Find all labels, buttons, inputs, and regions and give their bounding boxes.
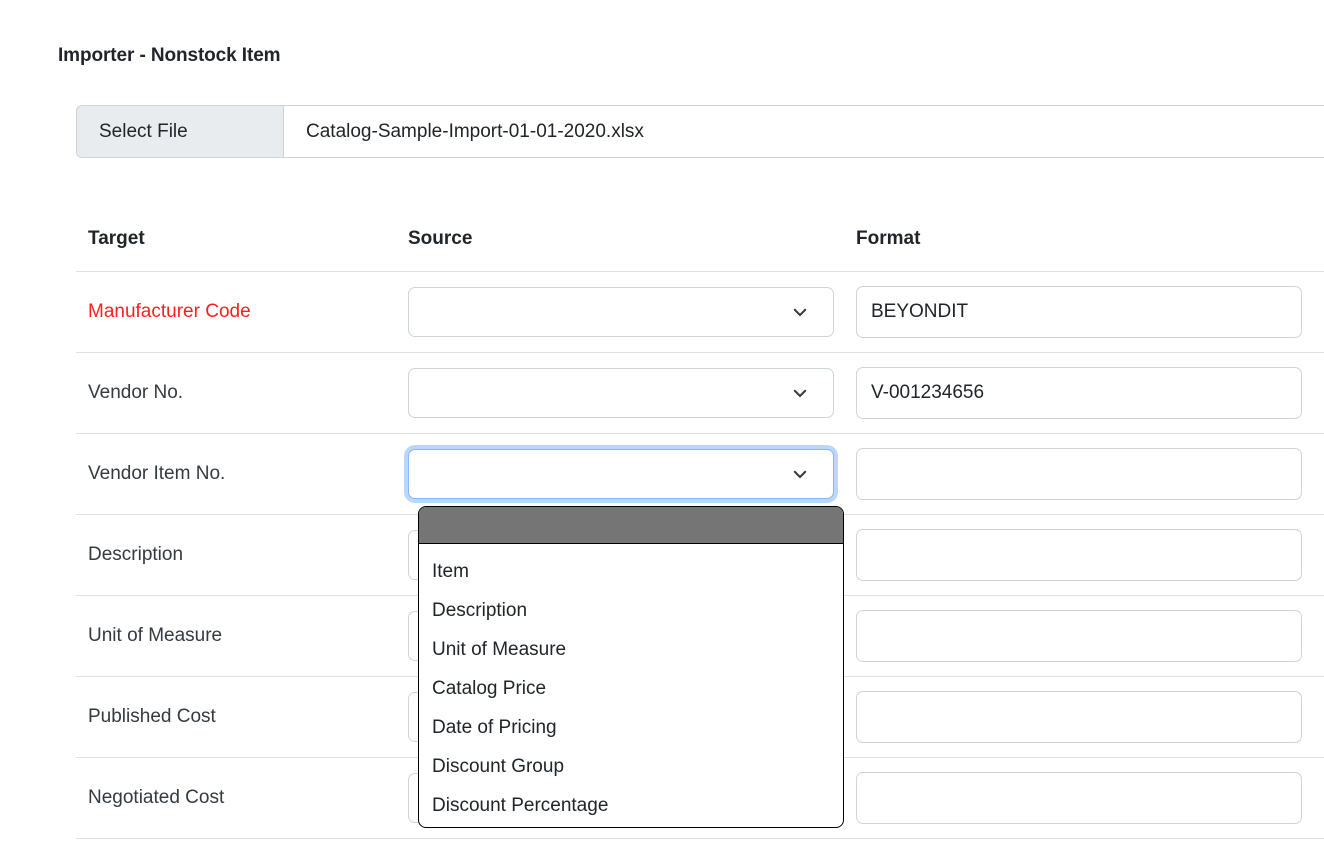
source-select-wrapper (408, 449, 834, 499)
chevron-down-icon (791, 465, 809, 483)
target-field-label: Manufacturer Code (88, 301, 251, 322)
target-field-label: Description (88, 544, 183, 565)
table-header-row: Target Source Format (76, 214, 1324, 272)
column-header-format: Format (856, 228, 1324, 250)
table-row: Vendor No. (76, 353, 1324, 434)
dropdown-option[interactable]: Discount Group (419, 747, 843, 786)
dropdown-option[interactable]: Date of Pricing (419, 708, 843, 747)
column-header-source: Source (408, 228, 856, 250)
chevron-down-icon (791, 303, 809, 321)
source-select-wrapper (408, 368, 834, 418)
source-dropdown-panel[interactable]: ItemDescriptionUnit of MeasureCatalog Pr… (418, 506, 844, 828)
target-field-label: Negotiated Cost (88, 787, 224, 808)
source-select[interactable] (408, 368, 834, 418)
table-row: Vendor Item No. (76, 434, 1324, 515)
target-field-label: Published Cost (88, 706, 216, 727)
format-input[interactable] (856, 772, 1302, 824)
target-field-label: Vendor No. (88, 382, 183, 403)
dropdown-option[interactable]: Discount Percentage (419, 786, 843, 825)
page-title: Importer - Nonstock Item (58, 45, 280, 67)
target-field-label: Unit of Measure (88, 625, 222, 646)
dropdown-selected-empty-option[interactable] (419, 507, 843, 544)
target-field-label: Vendor Item No. (88, 463, 225, 484)
format-input[interactable] (856, 448, 1302, 500)
file-picker: Select File Catalog-Sample-Import-01-01-… (76, 105, 1324, 158)
dropdown-option[interactable]: Description (419, 591, 843, 630)
source-select[interactable] (408, 449, 834, 499)
format-input[interactable] (856, 610, 1302, 662)
format-input[interactable] (856, 691, 1302, 743)
dropdown-option[interactable]: Item (419, 552, 843, 591)
selected-file-name[interactable]: Catalog-Sample-Import-01-01-2020.xlsx (284, 105, 1324, 158)
column-header-target: Target (76, 228, 408, 250)
table-row: Manufacturer Code (76, 272, 1324, 353)
source-select[interactable] (408, 287, 834, 337)
dropdown-option[interactable]: Unit of Measure (419, 630, 843, 669)
importer-page: Importer - Nonstock Item Select File Cat… (0, 0, 1324, 848)
format-input[interactable] (856, 367, 1302, 419)
source-select-wrapper (408, 287, 834, 337)
format-input[interactable] (856, 529, 1302, 581)
format-input[interactable] (856, 286, 1302, 338)
chevron-down-icon (791, 384, 809, 402)
dropdown-option[interactable]: Catalog Price (419, 669, 843, 708)
select-file-button[interactable]: Select File (76, 105, 284, 158)
dropdown-option-list: ItemDescriptionUnit of MeasureCatalog Pr… (419, 544, 843, 825)
